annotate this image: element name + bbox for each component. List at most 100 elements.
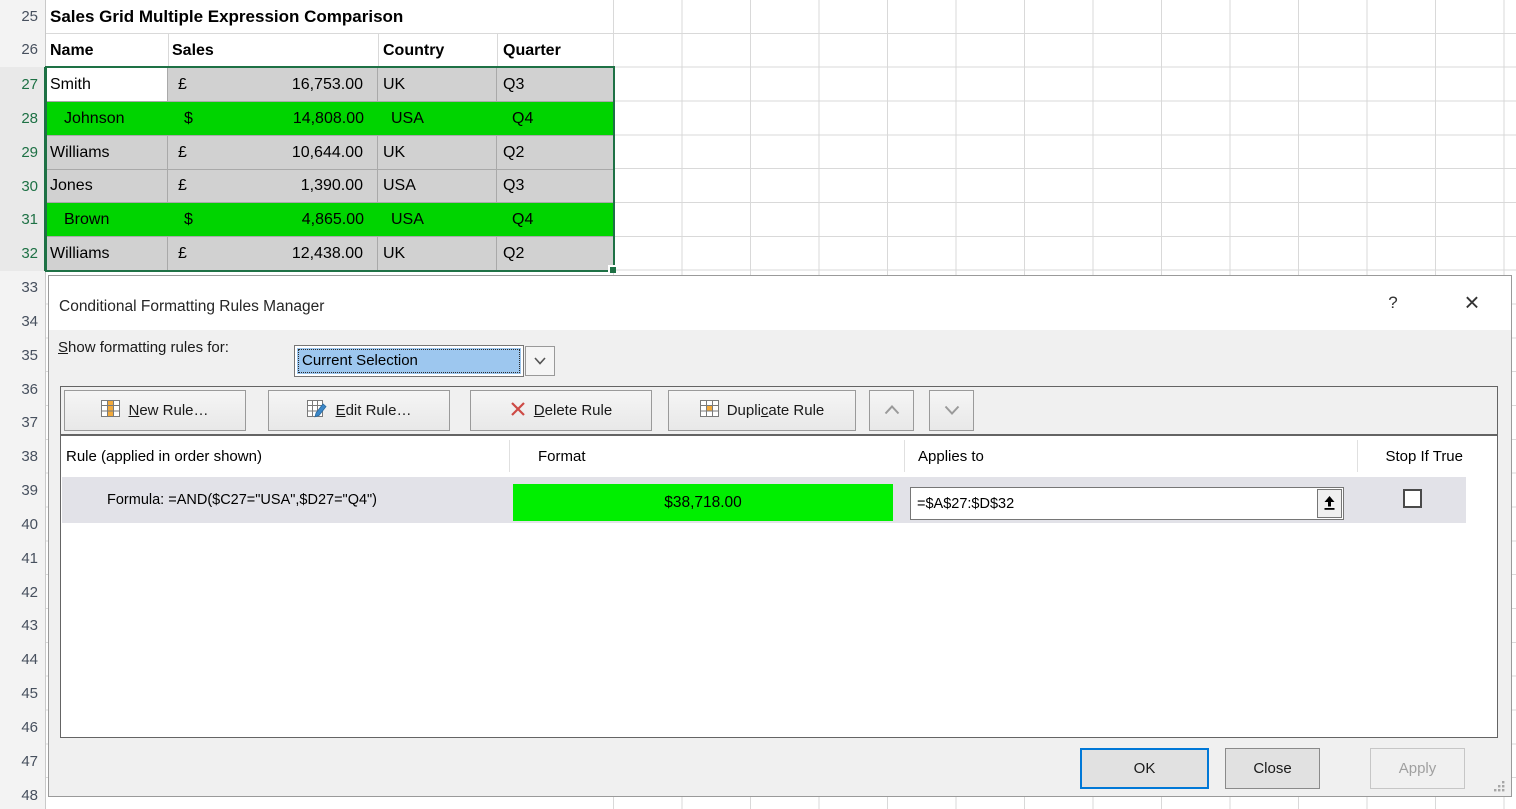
move-rule-up-button[interactable] bbox=[869, 390, 914, 431]
stop-if-true-checkbox[interactable] bbox=[1403, 489, 1422, 508]
cell-name[interactable]: Williams bbox=[46, 136, 168, 169]
amount: 16,753.00 bbox=[292, 76, 363, 94]
cell-name[interactable]: Johnson bbox=[46, 102, 168, 135]
chevron-down-icon bbox=[944, 402, 960, 419]
currency-symbol: £ bbox=[178, 245, 187, 263]
cell-name[interactable]: Jones bbox=[46, 170, 168, 202]
apply-button[interactable]: Apply bbox=[1370, 748, 1465, 789]
cell-country[interactable]: UK bbox=[378, 136, 497, 169]
red-x-icon bbox=[510, 401, 526, 421]
table-row[interactable]: Jones £1,390.00 USA Q3 bbox=[46, 170, 613, 203]
cell-quarter[interactable]: Q3 bbox=[497, 68, 613, 101]
cell-quarter[interactable]: Q3 bbox=[497, 170, 613, 202]
cell-quarter[interactable]: Q4 bbox=[497, 102, 613, 135]
close-button[interactable]: Close bbox=[1225, 748, 1320, 789]
help-icon[interactable]: ? bbox=[1382, 293, 1404, 317]
show-rules-dropdown[interactable]: Current Selection bbox=[294, 345, 524, 377]
cell-quarter[interactable]: Q2 bbox=[497, 237, 613, 270]
cell-sales[interactable]: £10,644.00 bbox=[168, 136, 378, 169]
resize-grip-icon[interactable] bbox=[1492, 779, 1506, 797]
cell-name[interactable]: Smith bbox=[46, 68, 168, 101]
table-header-row: Name Sales Country Quarter bbox=[46, 34, 613, 67]
row-header-35[interactable]: 35 bbox=[0, 339, 38, 373]
row-header-40[interactable]: 40 bbox=[0, 508, 38, 542]
button-label: New Rule… bbox=[128, 402, 208, 419]
amount: 1,390.00 bbox=[301, 177, 363, 195]
row-header-46[interactable]: 46 bbox=[0, 711, 38, 745]
row-header-26[interactable]: 26 bbox=[0, 33, 38, 67]
column-header-country[interactable]: Country bbox=[378, 34, 497, 67]
cell-country[interactable]: USA bbox=[378, 102, 497, 135]
row-header-47[interactable]: 47 bbox=[0, 745, 38, 779]
cell-sales[interactable]: $4,865.00 bbox=[168, 203, 378, 236]
row-header-42[interactable]: 42 bbox=[0, 576, 38, 610]
amount: 14,808.00 bbox=[293, 110, 364, 128]
table-grid-icon bbox=[700, 400, 719, 421]
cell-country[interactable]: USA bbox=[378, 203, 497, 236]
cell-name[interactable]: Williams bbox=[46, 237, 168, 270]
column-header-name[interactable]: Name bbox=[46, 34, 168, 67]
table-row[interactable]: Williams £10,644.00 UK Q2 bbox=[46, 136, 613, 170]
row-header-41[interactable]: 41 bbox=[0, 542, 38, 576]
row-header-39[interactable]: 39 bbox=[0, 474, 38, 508]
row-header-38[interactable]: 38 bbox=[0, 440, 38, 474]
amount: 12,438.00 bbox=[292, 245, 363, 263]
new-rule-button[interactable]: New Rule… bbox=[64, 390, 246, 431]
fill-handle[interactable] bbox=[608, 265, 616, 273]
close-icon[interactable]: × bbox=[1457, 286, 1487, 318]
cell-country[interactable]: UK bbox=[378, 68, 497, 101]
range-picker-icon[interactable] bbox=[1317, 489, 1342, 518]
button-label: Duplicate Rule bbox=[727, 402, 825, 419]
column-header-applies-to: Applies to bbox=[918, 445, 984, 469]
table-row[interactable]: Brown $4,865.00 USA Q4 bbox=[46, 203, 613, 237]
rule-format-preview[interactable]: $38,718.00 bbox=[513, 484, 893, 521]
row-header-27[interactable]: 27 bbox=[0, 68, 38, 102]
table-row[interactable]: Smith £16,753.00 UK Q3 bbox=[46, 68, 613, 102]
row-header-44[interactable]: 44 bbox=[0, 643, 38, 677]
table-row[interactable]: Johnson $14,808.00 USA Q4 bbox=[46, 102, 613, 136]
cell-sales[interactable]: £12,438.00 bbox=[168, 237, 378, 270]
table-row[interactable]: Williams £12,438.00 UK Q2 bbox=[46, 237, 613, 271]
row-header-48[interactable]: 48 bbox=[0, 779, 38, 809]
delete-rule-button[interactable]: Delete Rule bbox=[470, 390, 652, 431]
sheet-title-cell[interactable]: Sales Grid Multiple Expression Compariso… bbox=[50, 0, 403, 33]
move-rule-down-button[interactable] bbox=[929, 390, 974, 431]
column-separator bbox=[509, 440, 510, 472]
cell-sales[interactable]: £16,753.00 bbox=[168, 68, 378, 101]
row-header-32[interactable]: 32 bbox=[0, 237, 38, 271]
cell-country[interactable]: UK bbox=[378, 237, 497, 270]
row-header-45[interactable]: 45 bbox=[0, 677, 38, 711]
dropdown-selected-value: Current Selection bbox=[297, 348, 521, 374]
currency-symbol: £ bbox=[178, 177, 187, 195]
row-header-30[interactable]: 30 bbox=[0, 170, 38, 204]
row-header-29[interactable]: 29 bbox=[0, 136, 38, 170]
dialog-title: Conditional Formatting Rules Manager bbox=[59, 276, 324, 330]
row-header-43[interactable]: 43 bbox=[0, 609, 38, 643]
cell-name[interactable]: Brown bbox=[46, 203, 168, 236]
amount: 4,865.00 bbox=[302, 211, 364, 229]
dialog-titlebar[interactable]: Conditional Formatting Rules Manager ? × bbox=[49, 276, 1511, 330]
rule-row[interactable]: Formula: =AND($C27="USA",$D27="Q4") $38,… bbox=[62, 477, 1466, 523]
row-header-37[interactable]: 37 bbox=[0, 406, 38, 440]
cell-country[interactable]: USA bbox=[378, 170, 497, 202]
row-header-28[interactable]: 28 bbox=[0, 102, 38, 136]
chevron-down-icon[interactable] bbox=[525, 346, 555, 376]
row-header-33[interactable]: 33 bbox=[0, 271, 38, 305]
cell-sales[interactable]: $14,808.00 bbox=[168, 102, 378, 135]
duplicate-rule-button[interactable]: Duplicate Rule bbox=[668, 390, 856, 431]
row-header-36[interactable]: 36 bbox=[0, 373, 38, 407]
currency-symbol: £ bbox=[178, 76, 187, 94]
edit-rule-button[interactable]: Edit Rule… bbox=[268, 390, 450, 431]
cell-quarter[interactable]: Q4 bbox=[497, 203, 613, 236]
row-header-34[interactable]: 34 bbox=[0, 305, 38, 339]
mnemonic: S bbox=[58, 339, 68, 356]
ok-button[interactable]: OK bbox=[1080, 748, 1209, 789]
column-header-sales[interactable]: Sales bbox=[168, 34, 378, 67]
cell-quarter[interactable]: Q2 bbox=[497, 136, 613, 169]
cell-sales[interactable]: £1,390.00 bbox=[168, 170, 378, 202]
applies-to-input[interactable] bbox=[910, 487, 1344, 520]
column-header-quarter[interactable]: Quarter bbox=[497, 34, 613, 67]
row-header-25[interactable]: 25 bbox=[0, 0, 38, 34]
column-separator bbox=[904, 440, 905, 472]
row-header-31[interactable]: 31 bbox=[0, 203, 38, 237]
